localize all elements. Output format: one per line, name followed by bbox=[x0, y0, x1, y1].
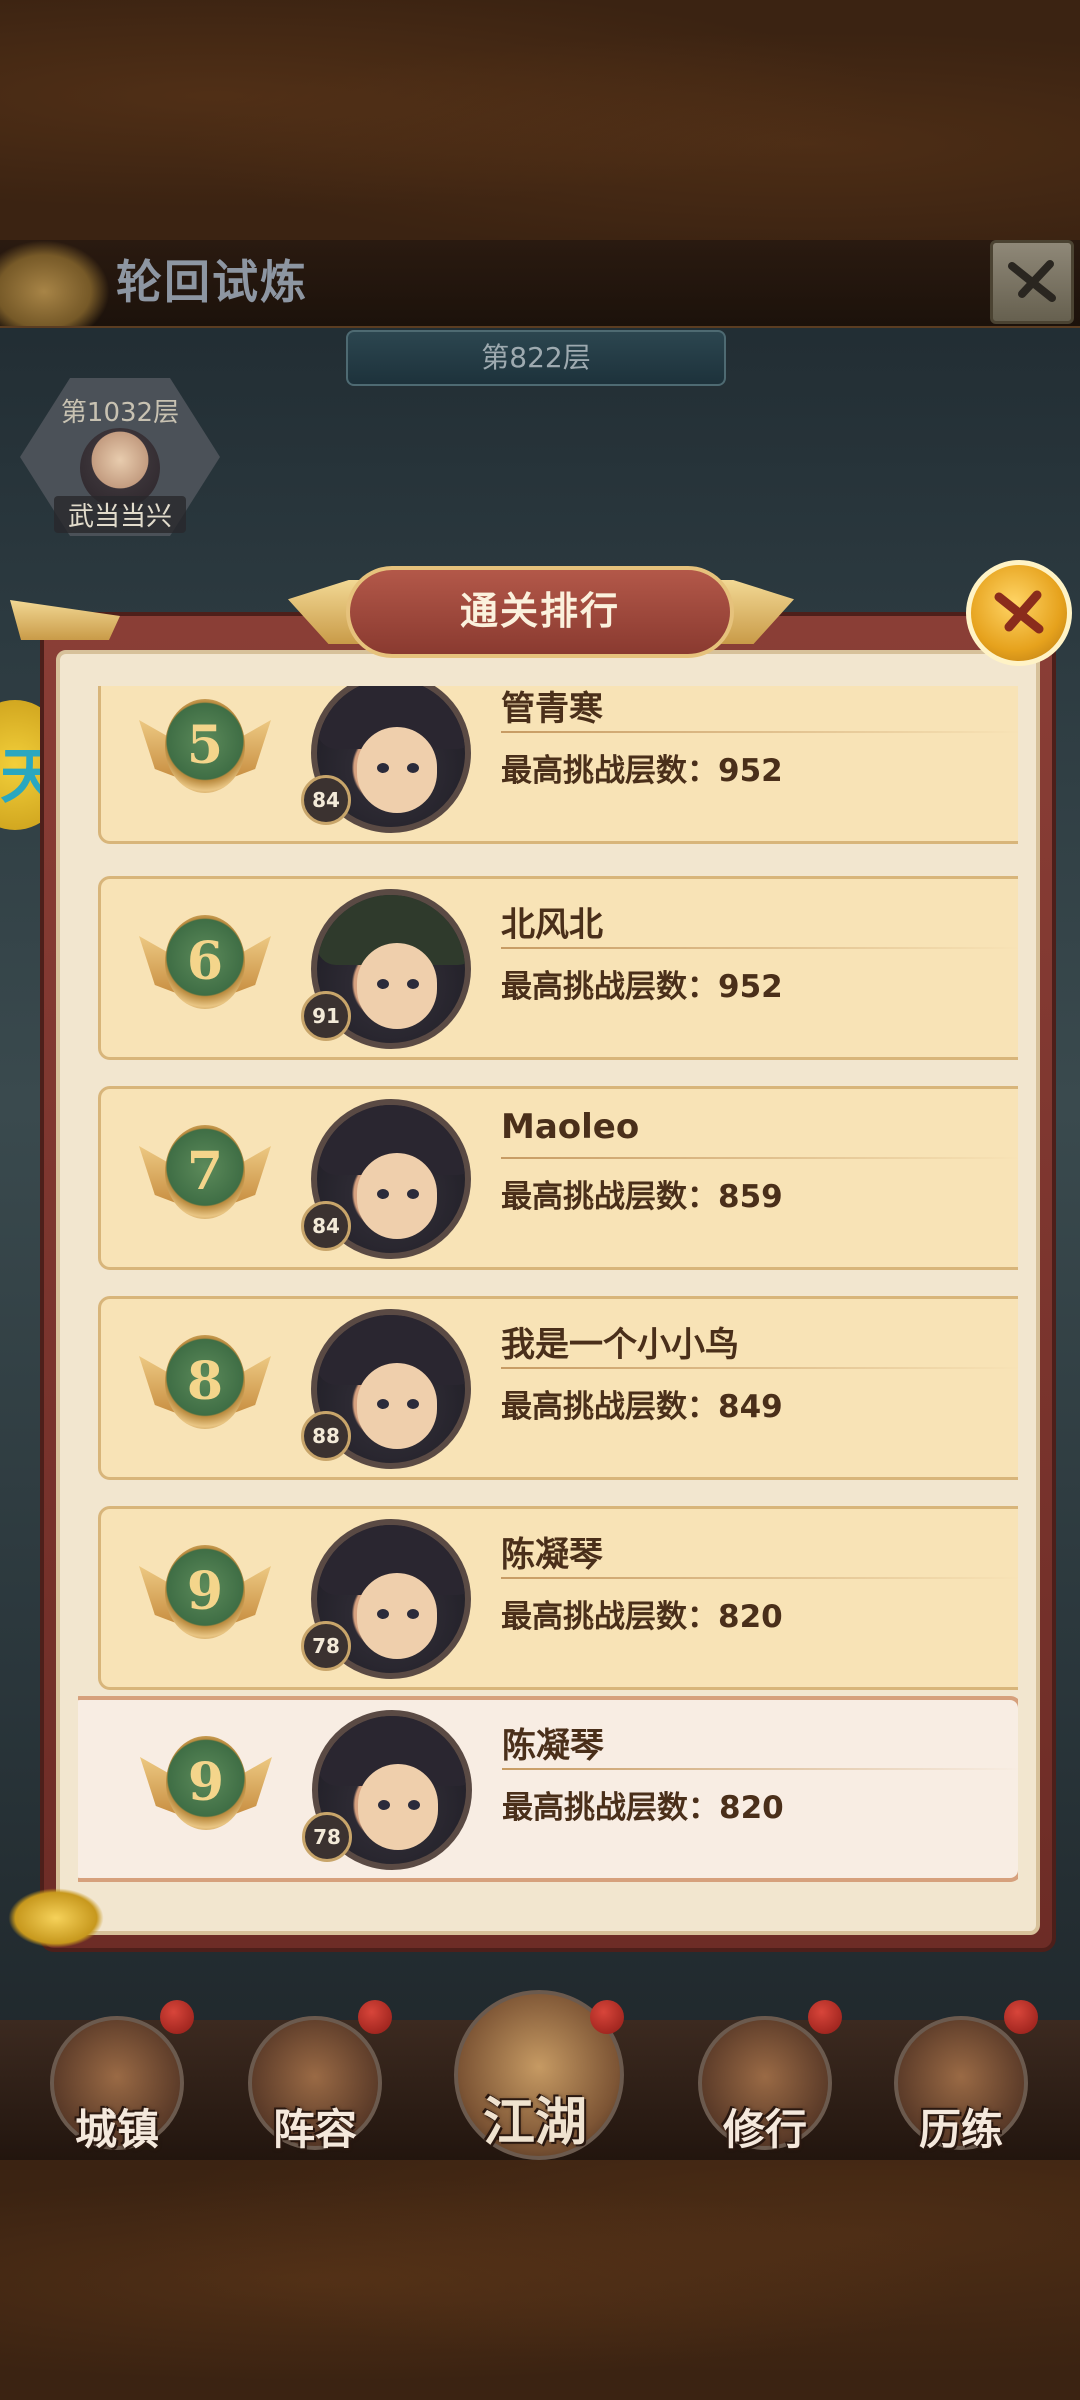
level-badge: 84 bbox=[301, 1201, 351, 1251]
screen-title: 轮回试炼 bbox=[116, 255, 308, 309]
divider bbox=[502, 1768, 1018, 1770]
background-bottom bbox=[0, 2160, 1080, 2400]
nav-training[interactable]: 历练 bbox=[886, 2000, 1038, 2160]
player-name: 我是一个小小鸟 bbox=[501, 1325, 739, 1365]
my-ranking-row[interactable]: 9 78 陈凝琴 最高挑战层数：820 bbox=[78, 1696, 1018, 1882]
max-floor: 最高挑战层数：952 bbox=[501, 969, 783, 1005]
player-name: 陈凝琴 bbox=[501, 1535, 603, 1575]
level-badge: 78 bbox=[302, 1812, 352, 1862]
player-name: 陈凝琴 bbox=[502, 1726, 604, 1766]
ranking-row[interactable]: 7 84 Maoleo 最高挑战层数：859 bbox=[98, 1086, 1018, 1270]
max-floor: 最高挑战层数：849 bbox=[501, 1389, 783, 1425]
background-top bbox=[0, 0, 1080, 240]
corner-ornament-icon bbox=[8, 1888, 104, 1948]
player-name: 管青寒 bbox=[501, 689, 603, 729]
divider bbox=[501, 947, 1018, 949]
level-badge: 88 bbox=[301, 1411, 351, 1461]
level-badge: 91 bbox=[301, 991, 351, 1041]
rank-medal-icon: 9 bbox=[139, 1545, 271, 1651]
level-badge: 84 bbox=[301, 775, 351, 825]
ranking-row[interactable]: 5 84 管青寒 最高挑战层数：952 bbox=[98, 686, 1018, 844]
nav-cultivation[interactable]: 修行 bbox=[690, 2000, 842, 2160]
ranking-list[interactable]: 5 84 管青寒 最高挑战层数：952 6 91 北风北 最高挑战层数：952 … bbox=[78, 686, 1018, 1914]
badge-name: 武当当兴 bbox=[54, 496, 186, 533]
current-floor-banner: 第822层 bbox=[346, 330, 726, 386]
nav-jianghu[interactable]: 江湖 bbox=[454, 1990, 624, 2160]
crossed-x-icon bbox=[1008, 260, 1056, 302]
rank-number: 9 bbox=[165, 1545, 245, 1639]
notification-dot bbox=[160, 2000, 194, 2034]
modal-title: 通关排行 bbox=[346, 566, 734, 658]
ranking-row[interactable]: 8 88 我是一个小小鸟 最高挑战层数：849 bbox=[98, 1296, 1018, 1480]
divider bbox=[501, 1157, 1018, 1159]
ranking-row[interactable]: 9 78 陈凝琴 最高挑战层数：820 bbox=[98, 1506, 1018, 1690]
nav-town[interactable]: 城镇 bbox=[42, 2000, 194, 2160]
rank-medal-icon: 5 bbox=[139, 699, 271, 805]
cloud-ornament-icon bbox=[0, 240, 110, 326]
notification-dot bbox=[808, 2000, 842, 2034]
rank-number: 7 bbox=[165, 1125, 245, 1219]
rank-number: 8 bbox=[165, 1335, 245, 1429]
max-floor: 最高挑战层数：820 bbox=[502, 1790, 784, 1826]
notification-dot bbox=[358, 2000, 392, 2034]
divider bbox=[501, 731, 1018, 733]
rank-medal-icon: 7 bbox=[139, 1125, 271, 1231]
max-floor: 最高挑战层数：859 bbox=[501, 1179, 783, 1215]
rank-medal-icon: 9 bbox=[140, 1736, 272, 1842]
rank-number: 6 bbox=[165, 915, 245, 1009]
level-badge: 78 bbox=[301, 1621, 351, 1671]
player-name: 北风北 bbox=[501, 905, 603, 945]
crossed-x-icon bbox=[994, 590, 1044, 634]
rank-medal-icon: 6 bbox=[139, 915, 271, 1021]
max-floor: 最高挑战层数：952 bbox=[501, 753, 783, 789]
ranking-row[interactable]: 6 91 北风北 最高挑战层数：952 bbox=[98, 876, 1018, 1060]
player-badge[interactable]: 第1032层 武当当兴 bbox=[20, 378, 220, 536]
player-name: Maoleo bbox=[501, 1107, 640, 1147]
max-floor: 最高挑战层数：820 bbox=[501, 1599, 783, 1635]
rank-medal-icon: 8 bbox=[139, 1335, 271, 1441]
divider bbox=[501, 1367, 1018, 1369]
rank-number: 9 bbox=[166, 1736, 246, 1830]
modal-close-button[interactable] bbox=[966, 560, 1072, 666]
nav-lineup[interactable]: 阵容 bbox=[240, 2000, 392, 2160]
notification-dot bbox=[1004, 2000, 1038, 2034]
close-button[interactable] bbox=[990, 240, 1074, 324]
notification-dot bbox=[590, 2000, 624, 2034]
badge-floor: 第1032层 bbox=[60, 398, 180, 428]
rank-number: 5 bbox=[165, 699, 245, 793]
divider bbox=[501, 1577, 1018, 1579]
